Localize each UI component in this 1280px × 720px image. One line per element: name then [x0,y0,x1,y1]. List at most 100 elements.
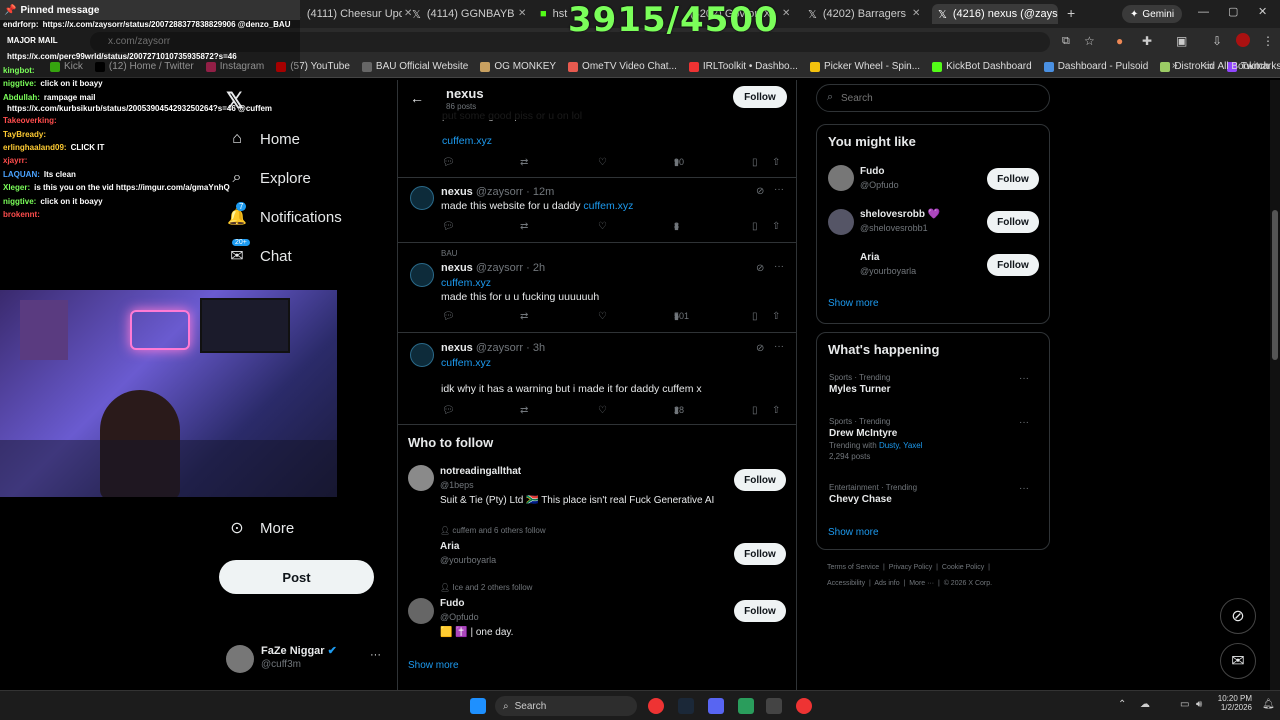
new-tab-button[interactable]: + [1067,5,1075,21]
obs-icon[interactable] [766,698,782,714]
browser-tab[interactable]: 𝕏(4111) Cheesur Updates [292,4,402,24]
all-bookmarks-button[interactable]: ▭ All Bookmarks [1204,61,1280,72]
scrollbar[interactable] [1270,80,1280,690]
share-icon[interactable]: ⇧ [772,221,780,232]
volume-icon[interactable]: 🔊︎ [1196,699,1202,710]
retweet-icon[interactable]: ⇄ [520,311,528,322]
bookmark-icon[interactable]: ▯ [752,221,758,232]
like-icon[interactable]: ♡ [598,405,607,416]
nav-item-explore[interactable]: ⌕ Explore [228,169,311,187]
browser-tab[interactable]: ■ hst [540,4,570,24]
search-input[interactable] [841,89,1031,107]
clock[interactable]: 10:20 PM 1/2/2026 [1214,694,1252,712]
bookmark-icon[interactable]: ▯ [752,311,758,322]
trend-item[interactable]: Entertainment · Trending Chevy Chase ··· [829,483,1039,505]
chrome-icon[interactable] [796,698,812,714]
suggestion-name[interactable]: Aria [440,541,459,552]
browser-tab-active[interactable]: 𝕏(4216) nexus (@zaysor✕ [932,4,1058,24]
chrome-icon[interactable] [648,698,664,714]
retweet-icon[interactable]: ⇄ [520,221,528,232]
browser-tab[interactable]: 𝕏(4114) GGNBAYB on X [412,4,517,24]
maximize-icon[interactable]: ▢ [1228,5,1238,18]
follow-button[interactable]: Follow [987,254,1039,276]
share-icon[interactable]: ⇧ [772,157,780,168]
trend-item[interactable]: Sports · Trending Myles Turner ··· [829,373,1039,395]
grok-icon[interactable]: ⊘ [756,186,764,197]
close-tab-icon[interactable]: ✕ [518,8,526,19]
like-icon[interactable]: ♡ [598,221,607,232]
close-tab-icon[interactable]: ✕ [912,8,920,19]
footer-links[interactable]: Terms of Service | Privacy Policy | Cook… [827,564,990,571]
tweet-link[interactable]: cuffem.xyz [441,357,491,369]
nav-item-notifications[interactable]: 🔔 7 Notifications [227,202,342,226]
profile-avatar[interactable] [1236,33,1250,47]
more-icon[interactable]: ··· [774,341,784,352]
retweet-icon[interactable]: ⇄ [520,405,528,416]
like-icon[interactable]: ♡ [598,157,607,168]
account-more-icon[interactable]: ··· [370,649,381,661]
discord-icon[interactable] [708,698,724,714]
grok-button[interactable]: ⊘ [1220,598,1256,634]
show-more-link[interactable]: Show more [408,660,459,671]
install-icon[interactable]: ⧉ [1062,35,1070,48]
show-more-link[interactable]: Show more [828,298,879,309]
search-box[interactable]: ⌕ [816,84,1050,112]
notification-bell-icon[interactable]: 🔔︎ [1262,699,1275,710]
follow-button[interactable]: Follow [734,600,786,622]
x-logo-icon[interactable]: 𝕏 [226,88,244,114]
suggestion-name[interactable]: Aria [860,252,879,263]
suggestion-name[interactable]: Fudo [860,166,884,177]
like-icon[interactable]: ♡ [598,311,607,322]
show-more-link[interactable]: Show more [828,527,879,538]
nav-item-more[interactable]: ⊙ More [228,519,294,538]
messages-button[interactable]: ✉ [1220,643,1256,679]
bookmark-item[interactable]: OmeTV Video Chat... [568,61,677,72]
nav-item-chat[interactable]: ✉ 20+ Chat [228,239,292,265]
follow-button[interactable]: Follow [733,86,787,108]
bookmark-item[interactable]: OG MONKEY [480,61,556,72]
tweet-link[interactable]: cuffem.xyz [441,277,491,289]
bookmark-icon[interactable]: ▯ [752,157,758,168]
reply-icon[interactable]: 💬︎ [442,405,455,416]
footer-links[interactable]: Accessibility | Ads info | More ··· | © … [827,580,992,587]
cloud-icon[interactable]: ☁ [1140,699,1150,710]
puzzle-icon[interactable]: ✚ [1142,34,1152,48]
more-icon[interactable]: ··· [774,184,784,195]
bookmark-item[interactable]: KickBot Dashboard [932,61,1032,72]
bookmark-item[interactable]: Dashboard - Pulsoid [1043,61,1148,72]
back-arrow-icon[interactable]: ← [410,90,424,106]
chevron-up-icon[interactable]: ⌃ [1118,699,1126,710]
reply-icon[interactable]: 💬︎ [442,311,455,322]
tweet[interactable]: nexus @zaysorr · 3h ⊘ ··· cuffem.xyz idk… [398,333,796,425]
reply-icon[interactable]: 💬︎ [442,221,455,232]
close-tab-icon[interactable]: ✕ [782,8,790,19]
follow-button[interactable]: Follow [734,543,786,565]
chevron-right-icon[interactable]: » [1172,60,1178,71]
suggestion-name[interactable]: notreadingallthat [440,466,521,477]
tweet-link[interactable]: cuffem.xyz [442,135,492,147]
share-icon[interactable]: ⇧ [772,311,780,322]
more-icon[interactable]: ··· [774,261,784,272]
nav-item-home[interactable]: ⌂ Home [228,130,300,148]
bookmark-item[interactable]: BAU Official Website [361,61,468,72]
share-icon[interactable]: ⇧ [772,405,780,416]
follow-button[interactable]: Follow [734,469,786,491]
browser-tab[interactable]: 𝕏(4202) Barragers on X [808,4,906,24]
menu-icon[interactable]: ⋮ [1262,34,1274,48]
bookmark-item[interactable]: Picker Wheel - Spin... [809,61,920,72]
suggestion-name[interactable]: shelovesrobb 💜 [860,209,940,220]
taskbar-search[interactable]: ⌕ Search [495,696,637,716]
bookmark-item[interactable]: IRLToolkit • Dashbo... [688,61,798,72]
download-icon[interactable]: ⇩ [1212,34,1222,48]
network-icon[interactable]: ▭ [1180,699,1189,710]
retweet-icon[interactable]: ⇄ [520,157,528,168]
tweet[interactable]: nexus @zaysorr · 12m ⊘ ··· made this web… [398,178,796,243]
extension-icon[interactable]: ● [1116,34,1123,48]
bookmark-icon[interactable]: ▯ [752,405,758,416]
more-icon[interactable]: ··· [1019,417,1029,428]
account-switcher[interactable]: FaZe Niggar ✔ @cuff3m ··· [226,643,386,675]
more-icon[interactable]: ··· [1019,373,1029,384]
trend-item[interactable]: Sports · Trending Drew McIntyre Trending… [829,417,1039,461]
tweet[interactable]: BAU nexus @zaysorr · 2h ⊘ ··· cuffem.xyz… [398,243,796,333]
start-icon[interactable] [470,698,486,714]
